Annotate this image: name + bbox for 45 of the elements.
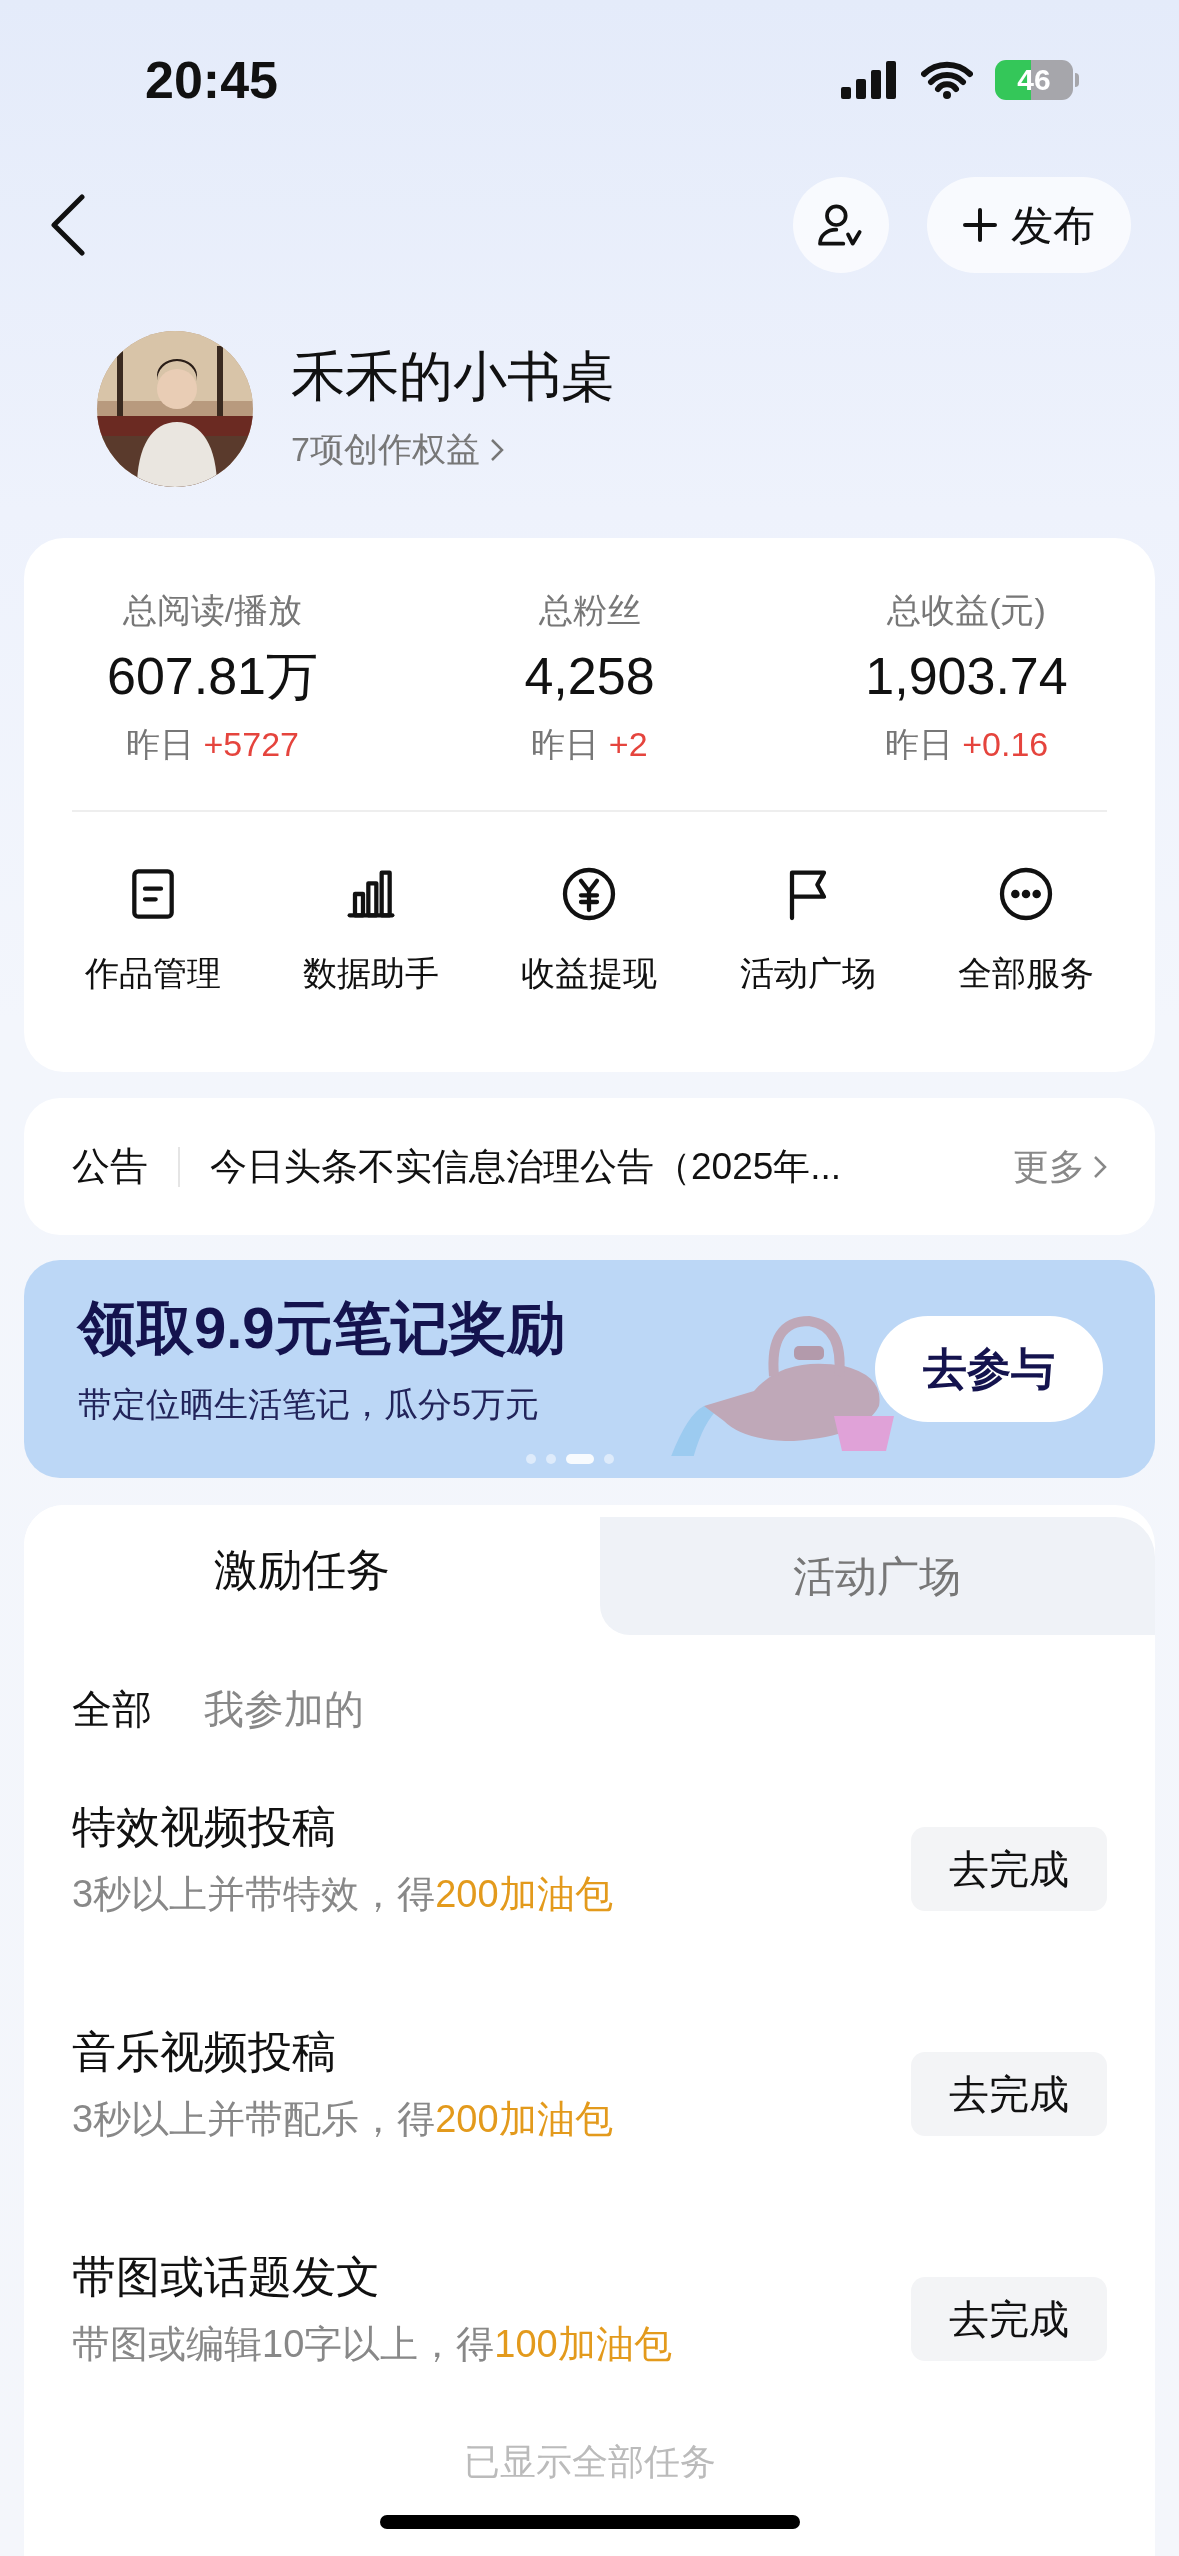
task-title: 特效视频投稿 — [72, 1801, 337, 1853]
tab[interactable]: 活动广场 — [599, 1517, 1155, 1635]
filter-tab[interactable]: 我参加的 — [204, 1679, 364, 1739]
promo-banner[interactable]: 领取9.9元笔记奖励 带定位晒生活笔记，瓜分5万元 去参与 — [24, 1260, 1155, 1478]
banner-title: 领取9.9元笔记奖励 — [78, 1294, 565, 1363]
task-description: 3秒以上并带配乐，得200加油包 — [72, 2097, 613, 2142]
wifi-icon — [921, 61, 973, 99]
stat-change: 昨日 +2 — [531, 724, 648, 765]
notice-label: 公告 — [72, 1144, 148, 1189]
service-item[interactable]: 活动广场 — [698, 862, 917, 999]
task-description: 3秒以上并带特效，得200加油包 — [72, 1872, 613, 1917]
stat-change: 昨日 +5727 — [126, 724, 299, 765]
stat-value: 1,903.74 — [865, 646, 1068, 707]
service-item[interactable]: 数据助手 — [262, 862, 481, 999]
signal-icon — [841, 61, 899, 99]
filter-tab[interactable]: 全部 — [72, 1679, 152, 1739]
service-item[interactable]: 作品管理 — [44, 862, 263, 999]
more-link[interactable]: 更多 — [1013, 1139, 1107, 1194]
banner-subtitle: 带定位晒生活笔记，瓜分5万元 — [78, 1383, 540, 1425]
stat-label: 总收益(元) — [887, 590, 1046, 631]
publish-button[interactable]: 发布 — [927, 177, 1131, 273]
profile-name: 禾禾的小书桌 — [291, 344, 615, 408]
stat-value: 4,258 — [524, 646, 655, 707]
status-time: 20:45 — [145, 50, 278, 111]
stat-value: 607.81万 — [106, 646, 318, 707]
benefits-link[interactable]: 7项创作权益 — [291, 424, 615, 476]
service-item[interactable]: 全部服务 — [916, 862, 1135, 999]
task-title: 带图或话题发文 — [72, 2251, 381, 2303]
stat-change: 昨日 +0.16 — [884, 724, 1049, 765]
join-button[interactable]: 去参与 — [875, 1316, 1103, 1422]
complete-button[interactable]: 去完成 — [911, 2052, 1107, 2136]
stat-label: 总粉丝 — [538, 590, 641, 631]
service-item[interactable]: 收益提现 — [480, 862, 699, 999]
complete-button[interactable]: 去完成 — [911, 1827, 1107, 1911]
notice-text: 今日头条不实信息治理公告（2025年... — [210, 1144, 843, 1189]
plus-icon — [963, 208, 997, 242]
chevron-right-icon — [1093, 1154, 1107, 1179]
back-icon[interactable] — [48, 193, 88, 257]
stat-label: 总阅读/播放 — [122, 590, 303, 631]
chevron-right-icon — [489, 437, 504, 462]
complete-button[interactable]: 去完成 — [911, 2277, 1107, 2361]
footer-text: 已显示全部任务 — [463, 2440, 716, 2484]
task-description: 带图或编辑10字以上，得100加油包 — [72, 2322, 672, 2367]
task-title: 音乐视频投稿 — [72, 2026, 337, 2078]
notice-bar[interactable]: 公告 今日头条不实信息治理公告（2025年... 更多 — [24, 1098, 1155, 1235]
